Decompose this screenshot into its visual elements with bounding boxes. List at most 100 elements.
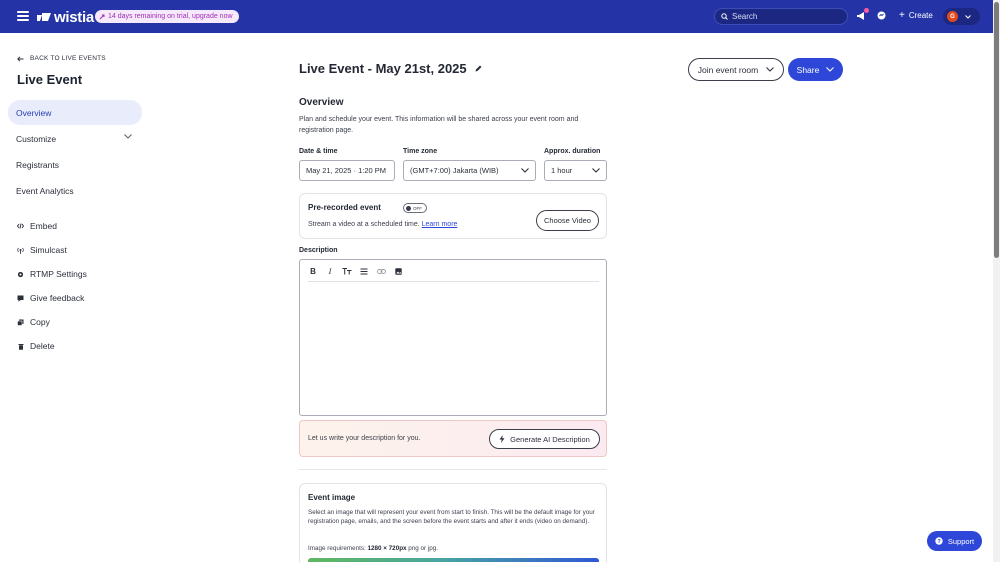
- scrollbar-track[interactable]: [993, 0, 1000, 562]
- help-icon: ?: [935, 537, 943, 545]
- date-time-label: Date & time: [299, 148, 338, 155]
- italic-icon[interactable]: I: [325, 266, 335, 276]
- scrollbar-thumb[interactable]: [994, 2, 999, 258]
- duration-select[interactable]: 1 hour: [544, 160, 607, 181]
- sidebar-title: Live Event: [17, 72, 83, 87]
- sidebar-item-label: Embed: [30, 221, 57, 231]
- image-requirements-size: 1280 × 720px: [367, 545, 407, 552]
- pre-recorded-description-text: Stream a video at a scheduled time.: [308, 221, 420, 228]
- arrow-left-icon: [17, 55, 24, 62]
- sidebar-item-label: Delete: [30, 341, 55, 351]
- sidebar-item-rtmp-settings[interactable]: RTMP Settings: [17, 268, 87, 280]
- join-event-room-label: Join event room: [697, 64, 759, 75]
- account-menu[interactable]: G: [943, 8, 980, 25]
- support-label: Support: [947, 536, 975, 546]
- image-requirements-prefix: Image requirements:: [308, 545, 366, 552]
- sidebar-item-label: Give feedback: [30, 293, 85, 303]
- chevron-down-icon: [521, 168, 529, 173]
- search-input[interactable]: [732, 12, 832, 21]
- wistia-logo[interactable]: wistia: [37, 9, 94, 26]
- event-image-title: Event image: [308, 493, 356, 502]
- sidebar-item-give-feedback[interactable]: Give feedback: [17, 292, 84, 304]
- page-title-text: Live Event - May 21st, 2025: [299, 61, 467, 76]
- time-zone-label: Time zone: [403, 148, 438, 155]
- trial-banner-text: 14 days remaining on trial, upgrade now: [108, 13, 233, 20]
- choose-video-button[interactable]: Choose Video: [536, 210, 599, 231]
- toggle-state-label: OFF: [413, 205, 422, 211]
- sidebar-item-label: Simulcast: [30, 245, 67, 255]
- time-zone-value: (GMT+7:00) Jakarta (WIB): [410, 166, 499, 175]
- create-button[interactable]: + Create: [899, 9, 933, 21]
- time-zone-select[interactable]: (GMT+7:00) Jakarta (WIB): [403, 160, 536, 181]
- sidebar-item-label: Copy: [30, 317, 50, 327]
- share-label: Share: [796, 64, 820, 75]
- link-icon[interactable]: [376, 266, 386, 276]
- event-image-preview[interactable]: [308, 558, 599, 562]
- sidebar-item-event-analytics[interactable]: Event Analytics: [8, 178, 142, 203]
- trash-icon: [18, 343, 23, 350]
- pre-recorded-title: Pre-recorded event: [308, 203, 381, 212]
- list-icon[interactable]: [359, 266, 369, 276]
- chevron-down-icon: [124, 134, 132, 139]
- image-requirements: Image requirements: 1280 × 720px png or …: [308, 545, 438, 552]
- create-label: Create: [908, 11, 933, 20]
- sidebar-item-overview[interactable]: Overview: [8, 100, 142, 125]
- sidebar-item-label: Customize: [16, 133, 57, 144]
- event-image-description: Select an image that will represent your…: [308, 509, 595, 526]
- chevron-down-icon: [592, 168, 600, 173]
- pre-recorded-card: Pre-recorded event OFF Stream a video at…: [299, 193, 607, 239]
- chevron-down-icon: [965, 14, 971, 19]
- support-button[interactable]: ? Support: [927, 531, 982, 551]
- sidebar-item-label: RTMP Settings: [30, 269, 87, 279]
- date-time-field[interactable]: May 21, 2025 · 1:20 PM: [299, 160, 395, 181]
- sidebar-item-registrants[interactable]: Registrants: [8, 152, 142, 177]
- sidebar-item-simulcast[interactable]: Simulcast: [17, 244, 67, 256]
- rocket-icon: [99, 14, 105, 19]
- back-to-live-events-link[interactable]: BACK TO LIVE EVENTS: [17, 55, 106, 62]
- description-editor[interactable]: B I: [299, 259, 607, 416]
- duration-label: Approx. duration: [544, 148, 601, 155]
- pre-recorded-description: Stream a video at a scheduled time. Lear…: [308, 221, 457, 228]
- menu-icon[interactable]: [17, 11, 29, 21]
- learn-more-link[interactable]: Learn more: [422, 221, 458, 228]
- search-box[interactable]: [714, 8, 848, 25]
- sidebar-item-copy[interactable]: Copy: [17, 316, 50, 328]
- join-event-room-button[interactable]: Join event room: [688, 58, 784, 81]
- back-link-label: BACK TO LIVE EVENTS: [30, 55, 106, 62]
- sidebar-item-customize[interactable]: Customize: [8, 126, 142, 151]
- toggle-knob: [406, 205, 411, 211]
- copy-icon: [17, 319, 24, 326]
- pre-recorded-toggle[interactable]: OFF: [403, 203, 427, 213]
- image-requirements-suffix: png or jpg.: [408, 545, 439, 552]
- text-size-icon[interactable]: [342, 266, 352, 276]
- notification-dot: [864, 8, 869, 13]
- sidebar-item-embed[interactable]: Embed: [17, 220, 57, 232]
- date-time-value: May 21, 2025 · 1:20 PM: [306, 166, 387, 175]
- generate-ai-description-label: Generate AI Description: [510, 434, 590, 444]
- search-icon: [721, 13, 728, 20]
- code-icon: [17, 223, 24, 229]
- duration-value: 1 hour: [551, 166, 573, 175]
- lightning-icon: [499, 435, 505, 443]
- bold-icon[interactable]: B: [308, 266, 318, 276]
- pencil-icon[interactable]: [475, 65, 482, 72]
- ai-description-prompt: Let us write your description for you.: [308, 435, 421, 442]
- chat-icon[interactable]: [877, 11, 886, 20]
- sidebar-item-label: Registrants: [16, 159, 59, 170]
- top-navigation-bar: wistia 14 days remaining on trial, upgra…: [0, 0, 993, 33]
- editor-toolbar: B I: [308, 266, 599, 282]
- avatar: G: [947, 11, 958, 22]
- page-title: Live Event - May 21st, 2025: [299, 61, 482, 76]
- feedback-icon: [17, 295, 24, 302]
- gear-icon: [17, 271, 24, 277]
- ai-description-box: Let us write your description for you. G…: [299, 420, 607, 457]
- sidebar-item-delete[interactable]: Delete: [17, 340, 55, 352]
- trial-upgrade-banner[interactable]: 14 days remaining on trial, upgrade now: [95, 10, 239, 23]
- share-button[interactable]: Share: [788, 58, 843, 81]
- sidebar-item-label: Event Analytics: [16, 185, 74, 196]
- overview-description: Plan and schedule your event. This infor…: [299, 116, 579, 134]
- image-icon[interactable]: [393, 266, 403, 276]
- generate-ai-description-button[interactable]: Generate AI Description: [489, 429, 600, 449]
- plus-icon: +: [899, 9, 905, 21]
- event-image-card: Event image Select an image that will re…: [299, 483, 607, 562]
